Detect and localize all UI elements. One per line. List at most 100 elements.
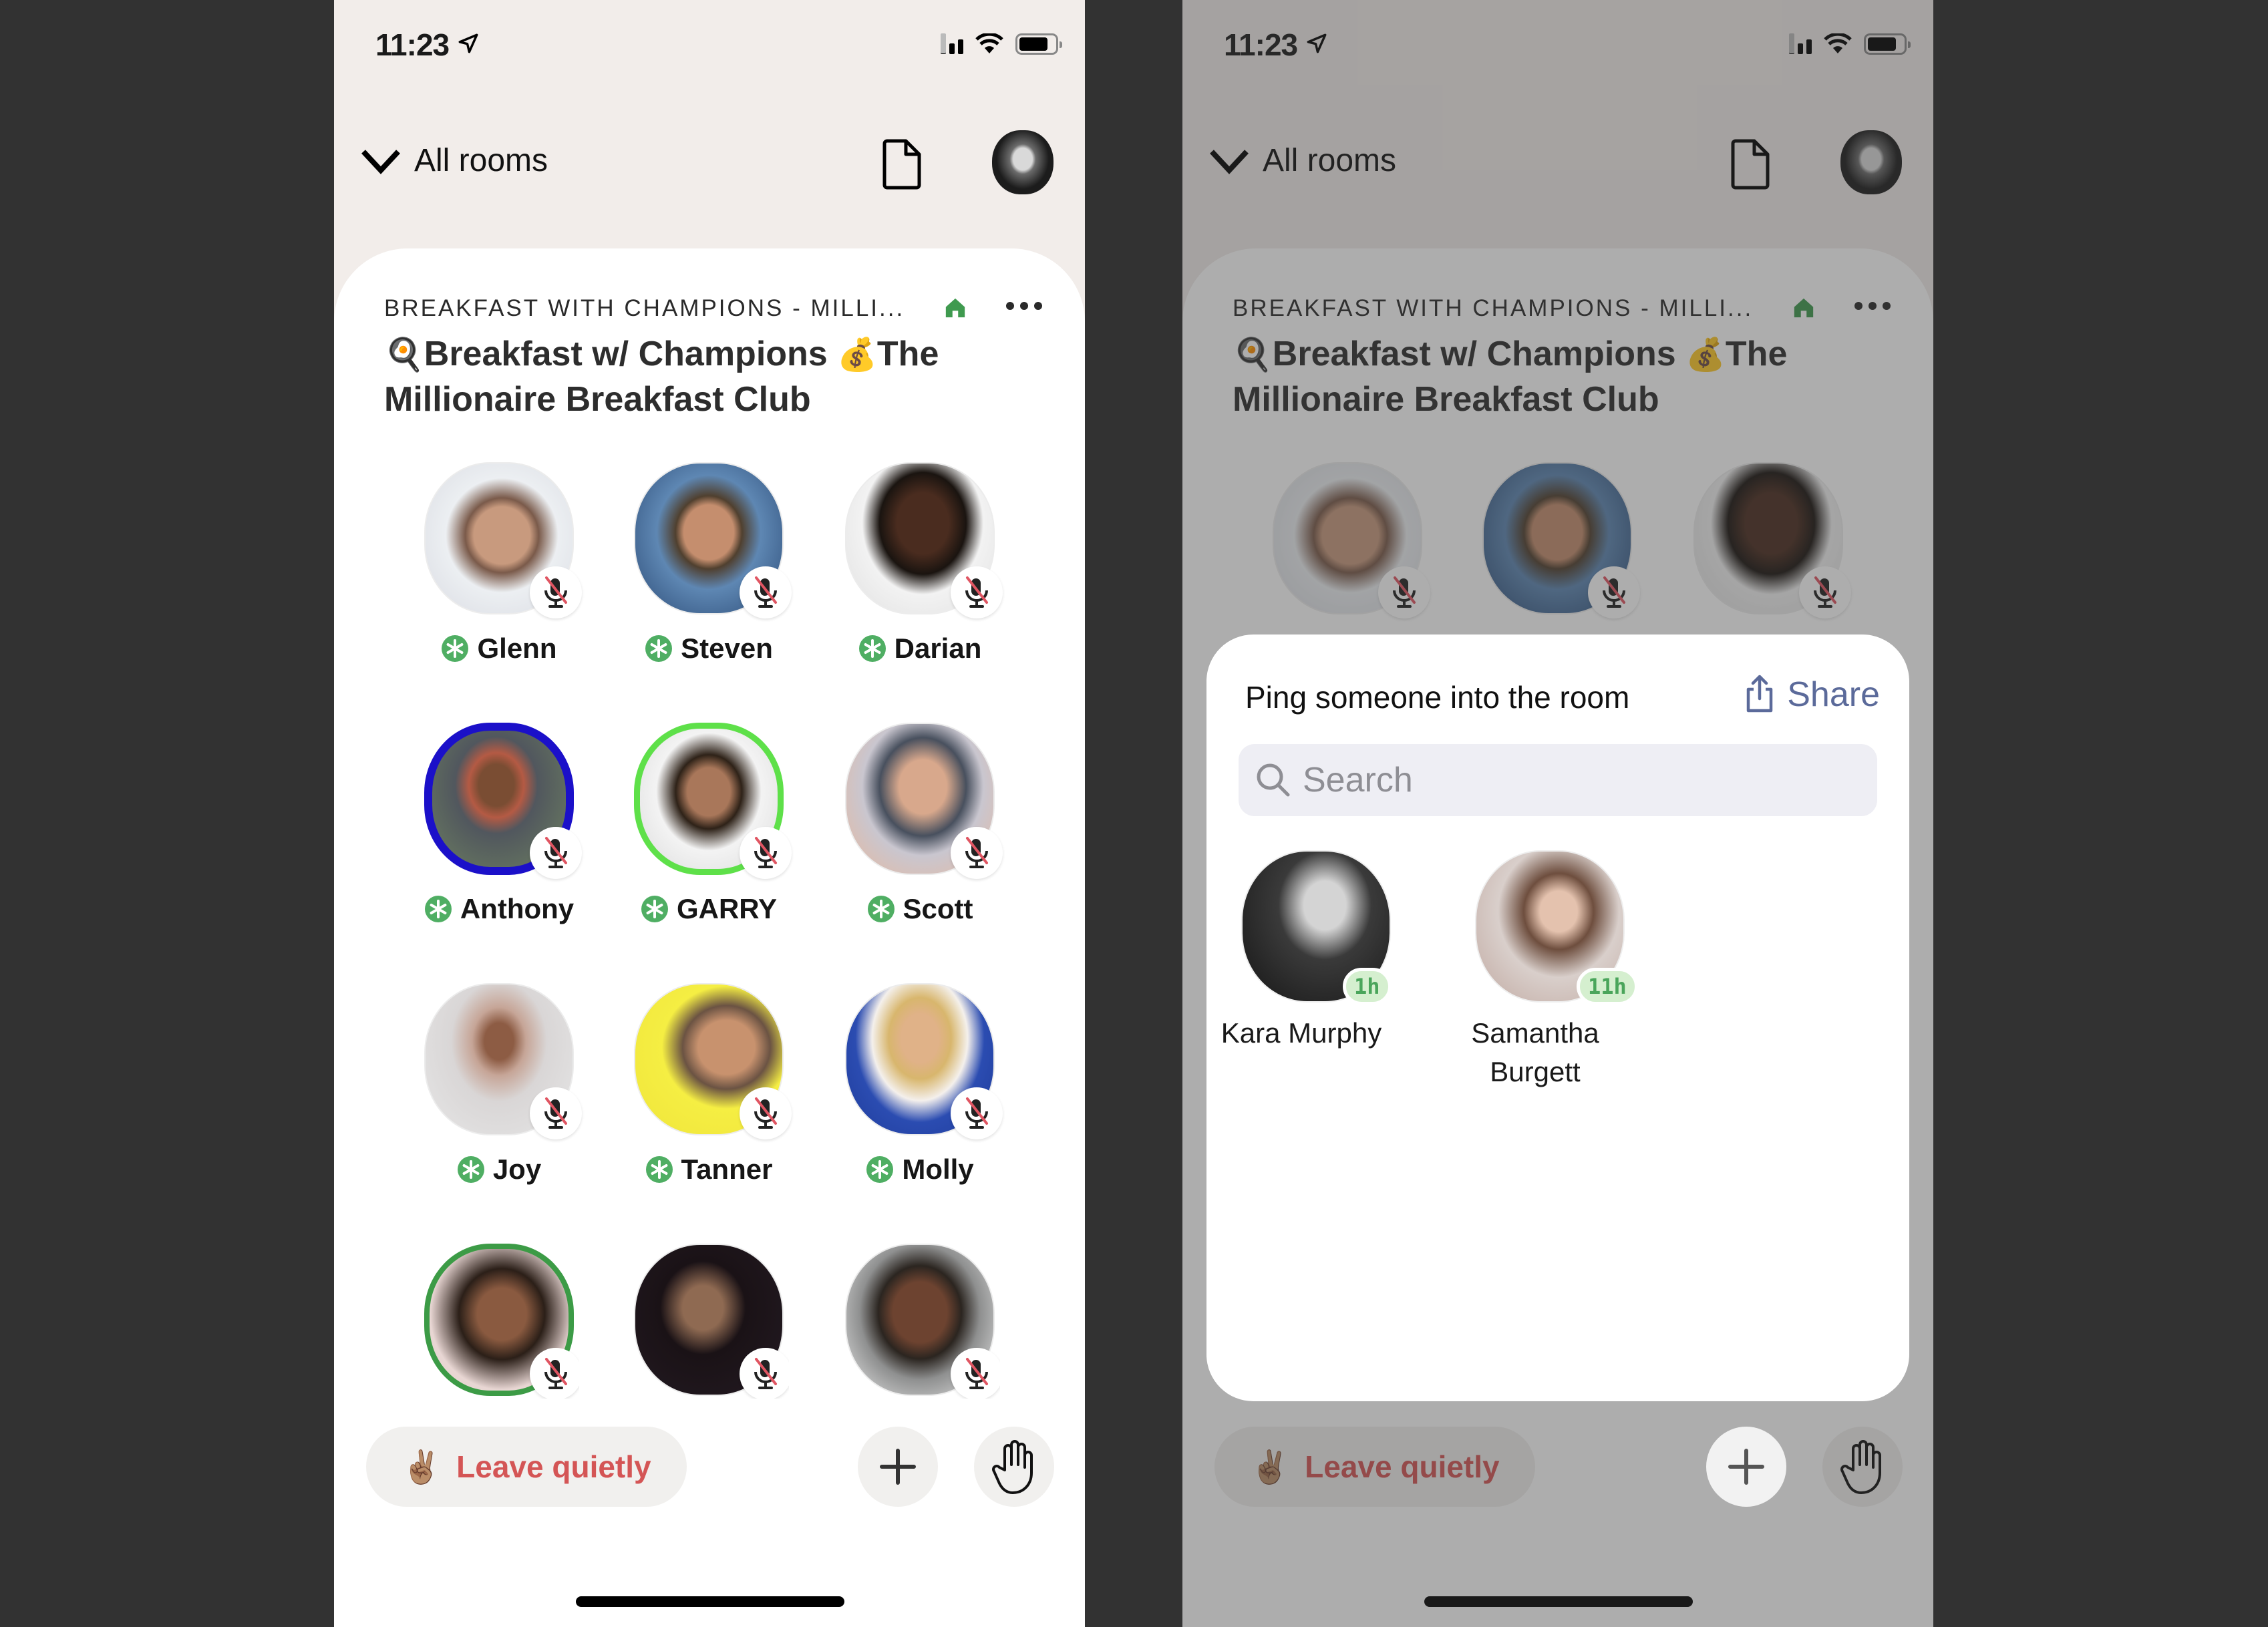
muted-mic-icon [740,1348,789,1399]
speaker-name: GARRY [676,893,778,924]
speaker-tile[interactable] [840,1244,1000,1399]
room-title: 🍳Breakfast w/ Champions 💰The Millionaire… [1233,335,1788,419]
moderator-icon [457,1155,485,1184]
location-arrow-icon [458,33,478,53]
leave-quietly-label: Leave quietly [456,1449,651,1484]
speaker-tile[interactable]: Darian [840,462,1003,683]
peace-hand-emoji: ✌🏽 [401,1449,442,1485]
speaker-tile[interactable]: Scott [840,723,1003,943]
moderator-icon [866,1155,894,1184]
speaker-name: Joy [492,1153,542,1185]
all-rooms-label: All rooms [1263,143,1397,178]
home-indicator [576,1596,844,1607]
home-indicator [1424,1596,1693,1607]
search-input[interactable] [1303,760,1877,800]
all-rooms-button[interactable]: All rooms [359,142,548,179]
speaker-name: Darian [894,632,982,664]
speaker-name-row: Darian [820,632,1020,665]
club-name: BREAKFAST WITH CHAMPIONS - MILLI... [1233,295,1754,321]
peace-hand-emoji: ✌🏽 [1250,1449,1291,1485]
speaker-tile[interactable]: Joy [419,983,582,1204]
muted-mic-icon [1378,566,1430,618]
raise-hand-icon [992,1440,1033,1494]
club-name[interactable]: BREAKFAST WITH CHAMPIONS - MILLI... [384,295,905,322]
moderator-icon [424,895,452,923]
muted-mic-icon [740,827,792,879]
speaker-name: Molly [902,1153,974,1185]
document-icon[interactable] [882,138,922,190]
status-bar: 11:23 [334,0,1085,94]
profile-avatar[interactable] [992,130,1054,194]
search-field[interactable] [1239,744,1877,816]
add-person-button[interactable] [858,1427,938,1507]
more-options-button[interactable] [1001,297,1047,315]
speaker-tile[interactable]: Glenn [419,462,582,683]
moderator-icon [867,895,895,923]
leave-quietly-label: Leave quietly [1305,1449,1500,1484]
more-options-button [1849,297,1896,315]
search-icon [1257,763,1290,797]
location-arrow-icon [1307,33,1327,53]
plus-icon [880,1449,916,1485]
moderator-icon [441,635,469,663]
ping-sheet-title: Ping someone into the room [1245,680,1630,715]
cooking-emoji: 🍳 [1233,337,1273,373]
room-title: 🍳Breakfast w/ Champions 💰The Millionaire… [384,335,939,419]
muted-mic-icon [530,1348,579,1399]
speaker-tile[interactable] [419,1244,579,1399]
speaker-tile[interactable] [629,1244,789,1399]
speaker-name: Scott [903,893,973,924]
last-active-badge: 11h [1577,968,1638,1005]
all-rooms-label: All rooms [414,143,548,178]
speaker-tile[interactable]: Steven [629,462,792,683]
share-button[interactable]: Share [1744,675,1880,715]
speaker-name: Tanner [681,1153,773,1185]
speaker-name-row: Glenn [399,632,599,665]
speaker-name-row: Scott [820,893,1020,925]
speaker-tile[interactable]: Tanner [629,983,792,1204]
speaker-tile[interactable]: Anthony [419,723,582,943]
battery-icon [1015,33,1062,55]
muted-mic-icon [951,1348,1000,1399]
speaker-name: Steven [681,632,773,664]
raise-hand-button[interactable] [974,1427,1054,1507]
room-screen-with-ping-sheet: 11:23 All rooms BREAKFAST WITH CHAMPIONS… [1182,0,1933,1627]
ping-sheet: Ping someone into the room Share 1h Kara … [1206,635,1909,1401]
muted-mic-icon [740,1087,792,1139]
share-icon [1746,675,1773,713]
plus-icon [1728,1449,1764,1485]
muted-mic-icon [740,566,792,618]
moderator-icon [858,635,886,663]
status-time: 11:23 [1224,27,1298,62]
leave-quietly-button[interactable]: ✌🏽 Leave quietly [366,1427,687,1507]
speaker-name-row: Joy [399,1153,599,1186]
speaker-tile[interactable]: GARRY [629,723,792,943]
all-rooms-button[interactable]: All rooms [1208,142,1396,179]
add-person-button-active[interactable] [1706,1427,1786,1507]
muted-mic-icon [1588,566,1640,618]
speaker-tile[interactable]: Molly [840,983,1003,1204]
speaker-name-row: GARRY [609,893,809,925]
status-bar: 11:23 [1182,0,1933,94]
muted-mic-icon [951,1087,1003,1139]
raise-hand-icon [1840,1440,1881,1494]
document-icon[interactable] [1730,138,1770,190]
moderator-icon [645,635,673,663]
ping-person[interactable]: 11h Samantha Burgett [1435,850,1638,1104]
profile-avatar[interactable] [1840,130,1902,194]
wifi-icon [975,33,1003,53]
muted-mic-icon [530,566,582,618]
wifi-icon [1824,33,1852,53]
money-bag-emoji: 💰 [1685,337,1726,373]
speaker-name-row: Molly [820,1153,1020,1186]
speaker-name-row: Tanner [609,1153,809,1186]
person-name: Kara Murphy [1221,1017,1382,1049]
raise-hand-button [1822,1427,1903,1507]
moderator-icon [641,895,669,923]
leave-quietly-button: ✌🏽 Leave quietly [1214,1427,1535,1507]
ping-person[interactable]: 1h Kara Murphy [1201,850,1402,1104]
muted-mic-icon [530,1087,582,1139]
speaker-name-row: Anthony [399,893,599,925]
muted-mic-icon [1799,566,1851,618]
last-active-badge: 1h [1343,968,1392,1005]
